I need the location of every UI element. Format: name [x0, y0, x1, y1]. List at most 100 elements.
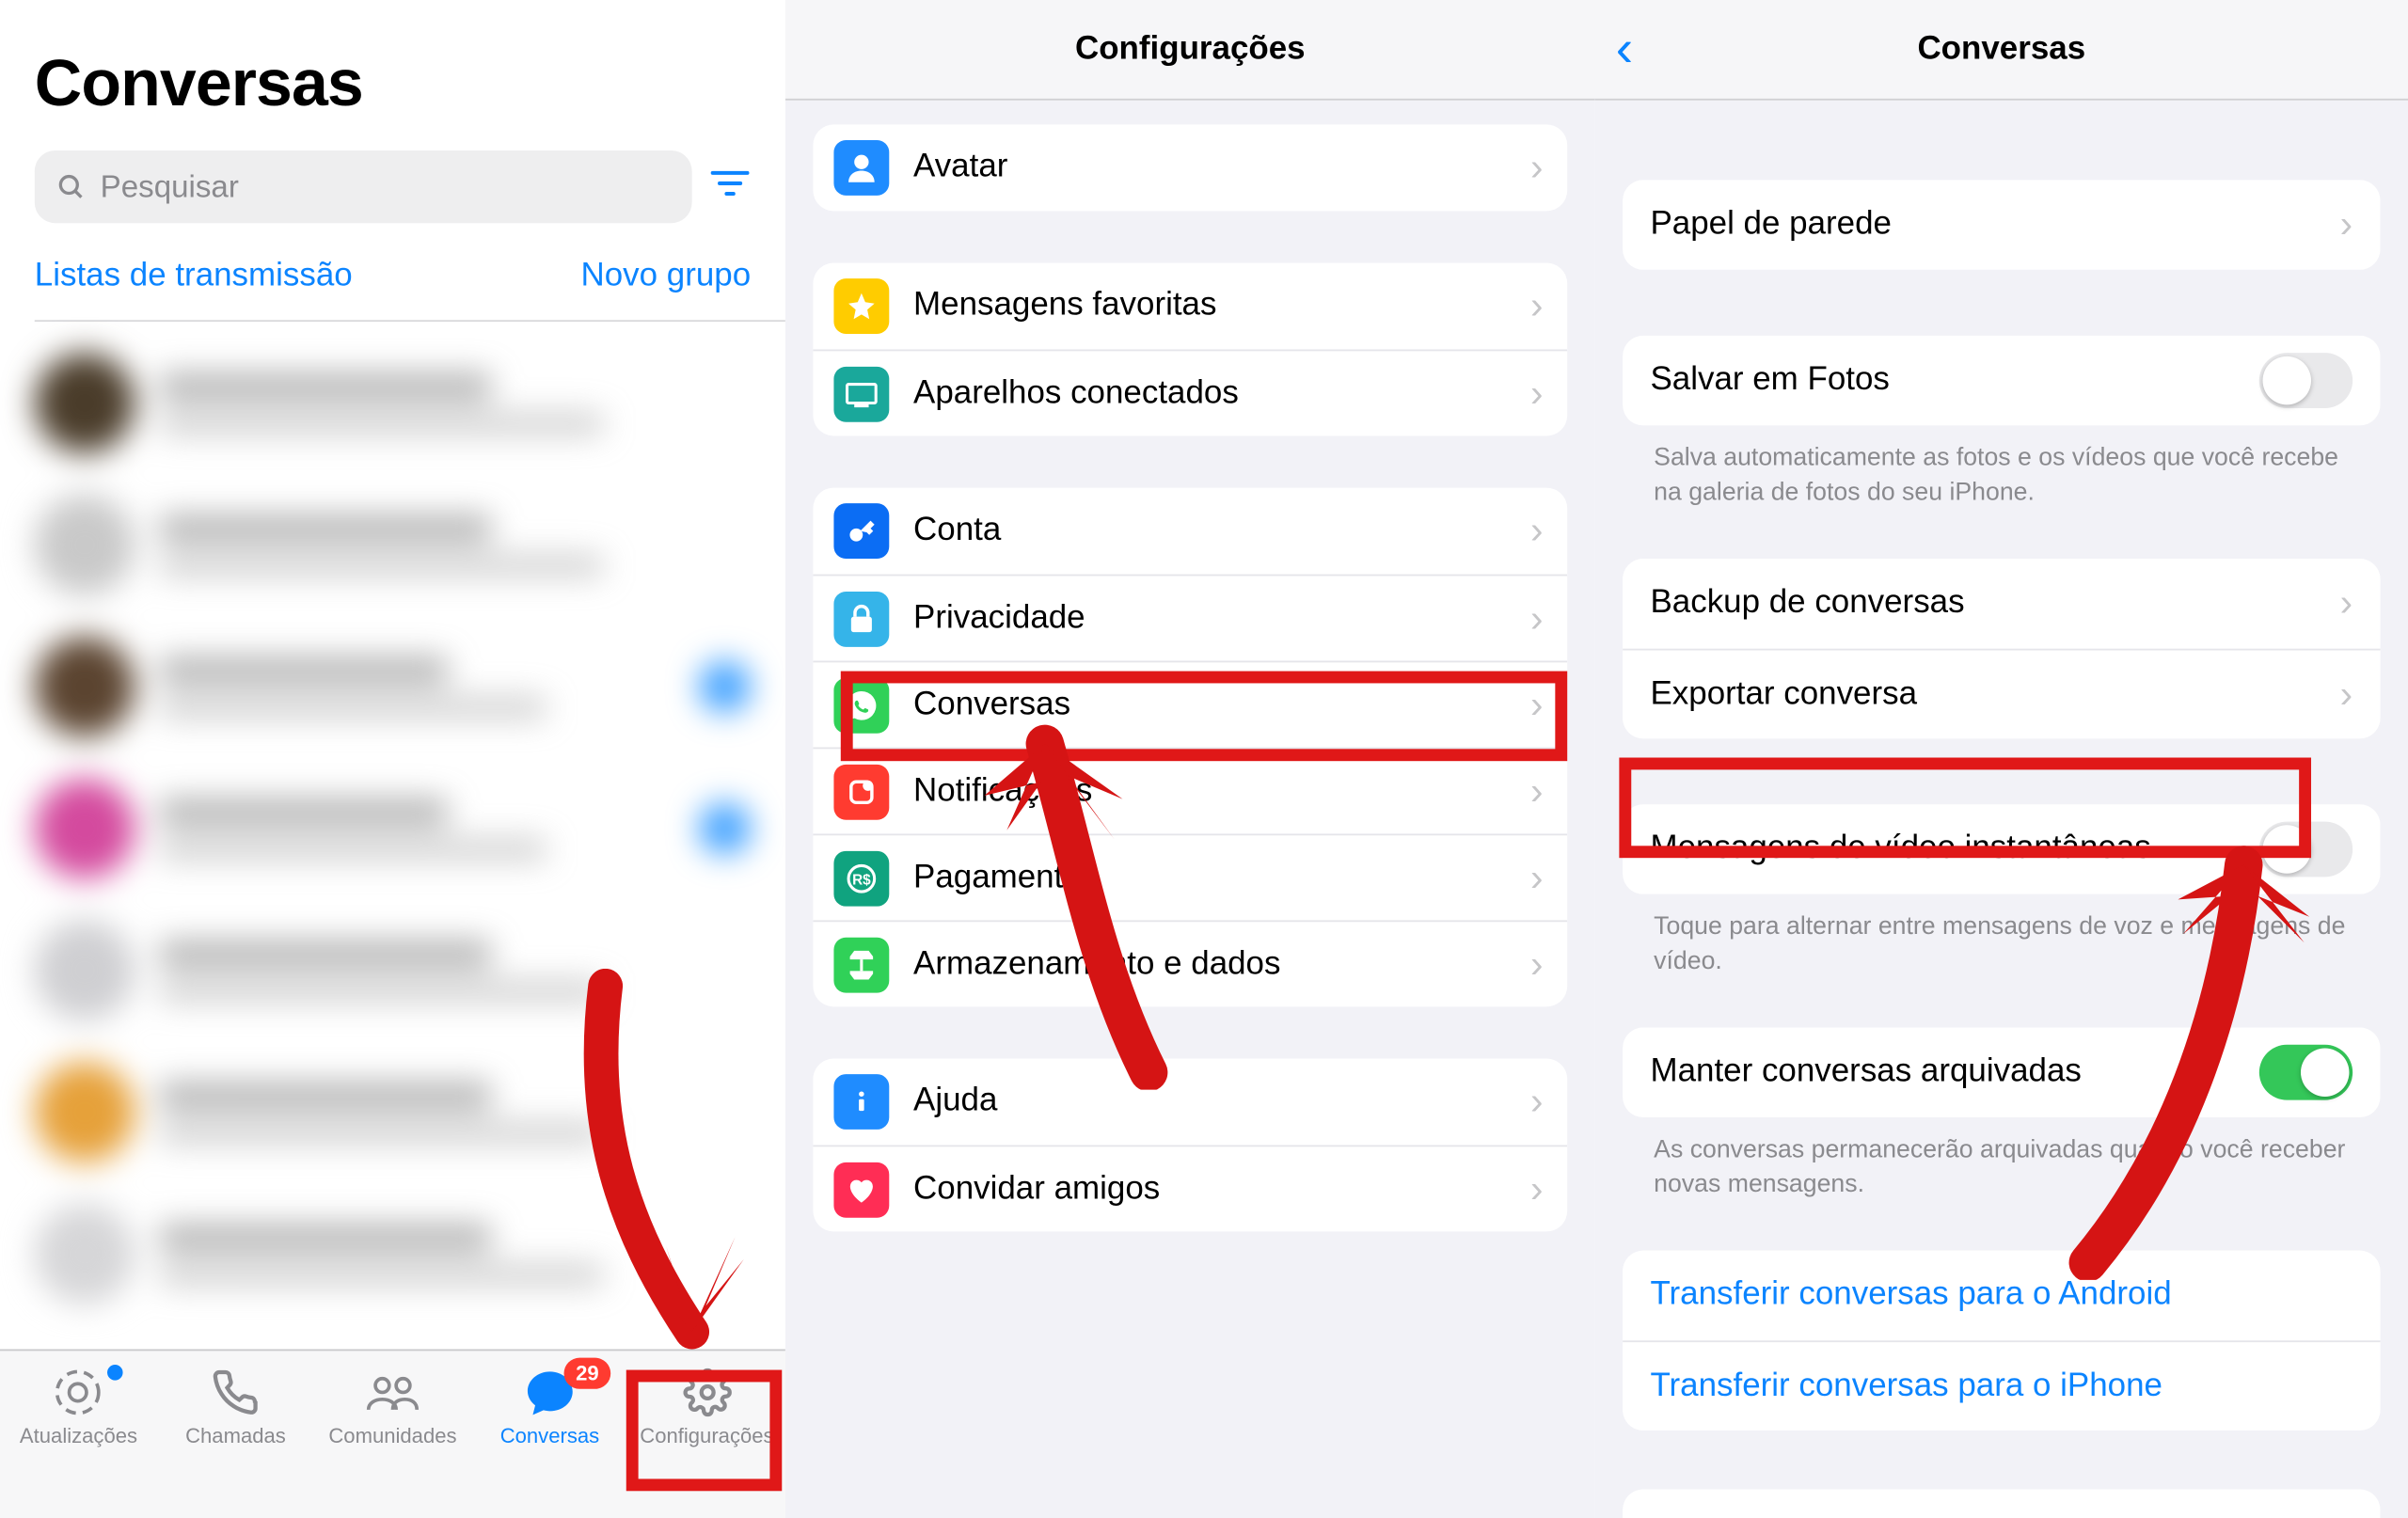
settings-row-chats[interactable]: Conversas ›: [813, 661, 1567, 748]
row-label: Privacidade: [913, 599, 1530, 637]
whatsapp-icon: [833, 677, 889, 733]
chevron-right-icon: ›: [1530, 1080, 1543, 1125]
row-label: Aparelhos conectados: [913, 374, 1530, 412]
row-label: Mensagens de vídeo instantâneas: [1650, 830, 2258, 868]
settings-group-account: Conta › Privacidade › Conversas ›: [813, 488, 1567, 1007]
chevron-right-icon: ›: [1530, 596, 1543, 641]
info-icon: [833, 1074, 889, 1130]
row-label: Pagamentos: [913, 859, 1530, 896]
broadcast-lists-link[interactable]: Listas de transmissão: [35, 258, 353, 295]
chevron-right-icon: ›: [2340, 202, 2353, 247]
chats-header: Conversas: [0, 0, 785, 134]
page-title: Conversas: [35, 48, 751, 122]
settings-row-invite[interactable]: Convidar amigos ›: [813, 1145, 1567, 1231]
row-label: Armazenamento e dados: [913, 945, 1530, 983]
list-item[interactable]: [0, 1041, 785, 1183]
list-item[interactable]: [0, 899, 785, 1041]
settings-row-privacy[interactable]: Privacidade ›: [813, 575, 1567, 661]
row-archive-all[interactable]: Arquivar todas as conversas: [1623, 1490, 2381, 1518]
new-group-link[interactable]: Novo grupo: [581, 258, 752, 295]
row-video-messages[interactable]: Mensagens de vídeo instantâneas: [1623, 804, 2381, 894]
row-label: Salvar em Fotos: [1650, 361, 2258, 399]
list-item[interactable]: [0, 1183, 785, 1325]
phone-icon: [206, 1368, 265, 1415]
tab-settings[interactable]: Configurações: [628, 1368, 785, 1447]
settings-row-devices[interactable]: Aparelhos conectados ›: [813, 349, 1567, 435]
row-wallpaper[interactable]: Papel de parede ›: [1623, 180, 2381, 270]
row-label: Conta: [913, 512, 1530, 549]
devices-icon: [833, 366, 889, 421]
chevron-right-icon: ›: [1530, 509, 1543, 554]
settings-row-account[interactable]: Conta ›: [813, 488, 1567, 575]
caption-video-msgs: Toque para alternar entre mensagens de v…: [1623, 894, 2381, 979]
row-transfer-iphone[interactable]: Transferir conversas para o iPhone: [1623, 1341, 2381, 1431]
header-title: Conversas: [1917, 30, 2085, 68]
settings-row-storage[interactable]: Armazenamento e dados ›: [813, 920, 1567, 1006]
row-label: Mensagens favoritas: [913, 287, 1530, 324]
search-input[interactable]: Pesquisar: [35, 150, 692, 223]
gear-icon: [677, 1368, 737, 1415]
tab-chats[interactable]: 29 Conversas: [471, 1368, 628, 1447]
avatar-icon: [833, 140, 889, 196]
group-backup: Backup de conversas › Exportar conversa …: [1623, 559, 2381, 738]
toggle-video-messages[interactable]: [2259, 822, 2353, 878]
settings-row-avatar[interactable]: Avatar ›: [813, 124, 1567, 211]
key-icon: [833, 503, 889, 559]
communities-icon: [363, 1368, 422, 1415]
settings-body: Avatar › Mensagens favoritas › Aparelhos…: [785, 101, 1595, 1518]
storage-icon: [833, 937, 889, 992]
filter-icon[interactable]: [709, 166, 751, 209]
row-backup[interactable]: Backup de conversas ›: [1623, 559, 2381, 649]
chevron-right-icon: ›: [2340, 581, 2353, 626]
group-keep-archived: Manter conversas arquivadas: [1623, 1028, 2381, 1118]
list-item[interactable]: [0, 616, 785, 758]
toggle-keep-archived[interactable]: [2259, 1045, 2353, 1100]
settings-row-favorites[interactable]: Mensagens favoritas ›: [813, 263, 1567, 350]
updates-icon: [49, 1368, 108, 1415]
star-icon: [833, 278, 889, 334]
settings-row-payments[interactable]: R$ Pagamentos ›: [813, 833, 1567, 920]
lock-icon: [833, 591, 889, 646]
row-transfer-android[interactable]: Transferir conversas para o Android: [1623, 1251, 2381, 1341]
search-placeholder: Pesquisar: [101, 168, 239, 205]
search-icon: [55, 171, 87, 202]
settings-row-help[interactable]: Ajuda ›: [813, 1059, 1567, 1146]
screen-chats-list: Conversas Pesquisar Listas de transmissã…: [0, 0, 785, 1518]
settings-row-notifications[interactable]: Notificações ›: [813, 747, 1567, 833]
row-label: Exportar conversa: [1650, 675, 2339, 713]
row-save-photos[interactable]: Salvar em Fotos: [1623, 336, 2381, 426]
chevron-right-icon: ›: [1530, 145, 1543, 190]
back-button[interactable]: ‹: [1616, 20, 1633, 79]
updates-dot: [107, 1364, 123, 1380]
chevron-right-icon: ›: [1530, 941, 1543, 987]
chats-settings-body: Papel de parede › Salvar em Fotos Salva …: [1595, 101, 2408, 1518]
tab-label: Comunidades: [328, 1423, 456, 1447]
settings-group-avatar: Avatar ›: [813, 124, 1567, 211]
list-item[interactable]: [0, 758, 785, 900]
row-label: Ajuda: [913, 1083, 1530, 1120]
header-title: Configurações: [1075, 30, 1306, 68]
tab-bar: Atualizações Chamadas Comunidades 29 Con…: [0, 1349, 785, 1518]
notifications-icon: [833, 764, 889, 819]
row-label: Avatar: [913, 149, 1530, 186]
caption-keep-archived: As conversas permanecerão arquivadas qua…: [1623, 1118, 2381, 1203]
row-keep-archived[interactable]: Manter conversas arquivadas: [1623, 1028, 2381, 1118]
row-label: Manter conversas arquivadas: [1650, 1053, 2258, 1091]
list-item[interactable]: [0, 332, 785, 474]
tab-calls[interactable]: Chamadas: [157, 1368, 314, 1447]
tab-label: Atualizações: [20, 1423, 137, 1447]
group-wallpaper: Papel de parede ›: [1623, 180, 2381, 270]
tab-communities[interactable]: Comunidades: [314, 1368, 471, 1447]
row-export[interactable]: Exportar conversa ›: [1623, 649, 2381, 739]
tab-updates[interactable]: Atualizações: [0, 1368, 157, 1447]
toggle-save-photos[interactable]: [2259, 353, 2353, 408]
chevron-right-icon: ›: [1530, 284, 1543, 329]
search-row: Pesquisar: [0, 134, 785, 227]
row-label: Notificações: [913, 772, 1530, 810]
chevron-right-icon: ›: [1530, 855, 1543, 900]
caption-save-photos: Salva automaticamente as fotos e os víde…: [1623, 425, 2381, 510]
list-item[interactable]: [0, 474, 785, 616]
screen-chats-settings: ‹ Conversas Papel de parede › Salvar em …: [1595, 0, 2408, 1518]
chats-unread-badge: 29: [563, 1357, 610, 1388]
payments-icon: R$: [833, 850, 889, 906]
